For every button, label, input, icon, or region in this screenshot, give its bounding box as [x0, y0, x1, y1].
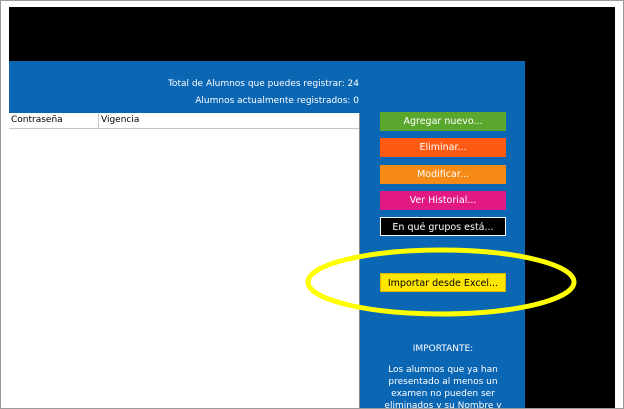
important-note: Los alumnos que ya han presentado al men… [384, 365, 502, 409]
table-header: Contraseña Vigencia [9, 113, 359, 129]
students-table[interactable]: Contraseña Vigencia [9, 113, 360, 408]
add-new-button[interactable]: Agregar nuevo... [380, 112, 506, 131]
column-header-password[interactable]: Contraseña [9, 113, 99, 128]
total-students-label: Total de Alumnos que puedes registrar: 2… [167, 79, 359, 89]
groups-button[interactable]: En qué grupos está... [380, 217, 506, 236]
window-right-region [525, 7, 615, 408]
important-heading: IMPORTANTE: [412, 344, 474, 354]
students-panel: Total de Alumnos que puedes registrar: 2… [9, 61, 525, 408]
registered-students-label: Alumnos actualmente registrados: 0 [195, 96, 359, 106]
delete-button[interactable]: Eliminar... [380, 138, 506, 157]
column-header-validity[interactable]: Vigencia [99, 113, 359, 128]
screenshot-frame: Total de Alumnos que puedes registrar: 2… [0, 0, 624, 409]
import-excel-button[interactable]: Importar desde Excel... [380, 273, 506, 292]
modify-button[interactable]: Modificar... [380, 165, 506, 184]
view-history-button[interactable]: Ver Historial... [380, 191, 506, 210]
